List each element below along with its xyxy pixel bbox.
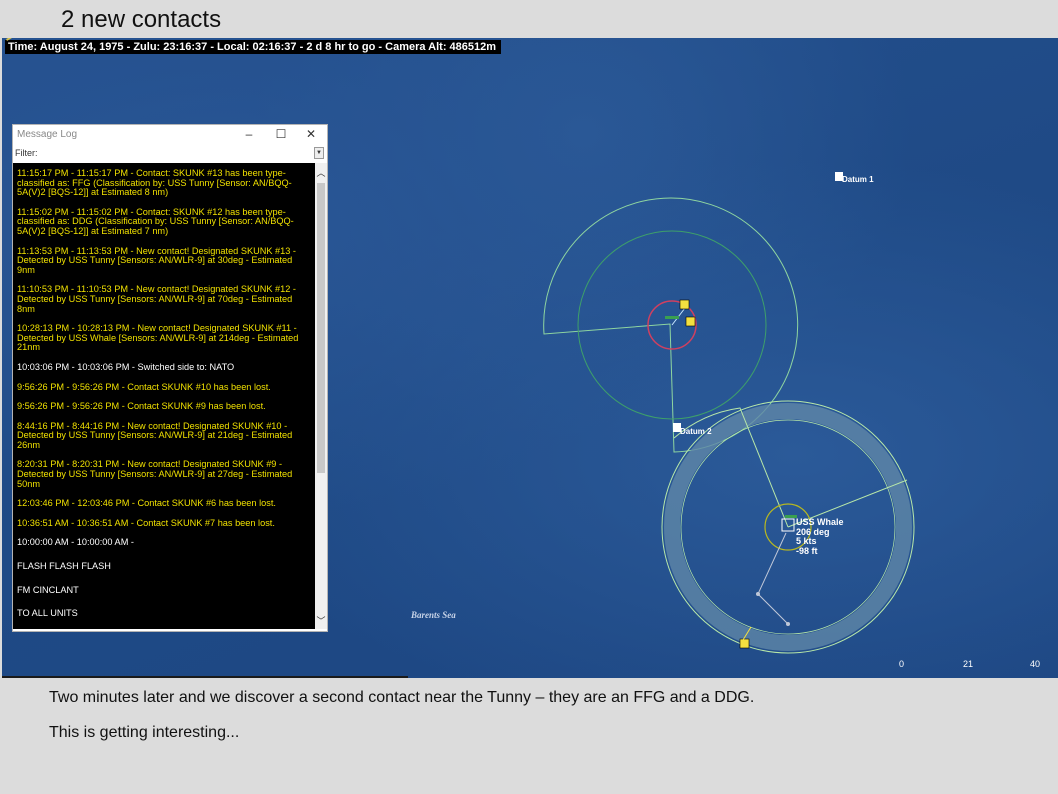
minimize-icon[interactable]: – [241, 127, 257, 142]
scroll-up-icon[interactable]: ︿ [315, 167, 327, 179]
contact-marker[interactable] [685, 316, 696, 327]
message-item[interactable]: FM CINCLANT [17, 585, 311, 596]
scroll-thumb[interactable] [317, 183, 325, 473]
whale-track [757, 532, 789, 625]
message-item[interactable]: 11:10:53 PM - 11:10:53 PM - New contact!… [17, 285, 311, 314]
scale-label-0: 0 [899, 659, 905, 669]
message-item[interactable]: 10:00:00 AM - 10:00:00 AM - [17, 538, 311, 548]
datum1-label: Datum 1 [842, 175, 874, 184]
message-item[interactable]: 11:15:17 PM - 11:15:17 PM - Contact: SKU… [17, 168, 311, 198]
filter-label: Filter: [15, 148, 38, 158]
message-log-title: Message Log [17, 129, 78, 140]
sea-label: Barents Sea [411, 610, 456, 620]
scale-label-40: 40 [1030, 659, 1041, 669]
caption-2: This is getting interesting... [49, 724, 240, 741]
message-item[interactable]: 9:56:26 PM - 9:56:26 PM - Contact SKUNK … [17, 401, 311, 412]
message-item[interactable]: 9:56:26 PM - 9:56:26 PM - Contact SKUNK … [17, 382, 311, 393]
message-log-titlebar[interactable]: Message Log – ☐ ✕ [13, 125, 327, 145]
scroll-down-icon[interactable]: ﹀ [315, 615, 327, 627]
message-item[interactable]: TO ALL UNITS [17, 609, 311, 619]
caption-1: Two minutes later and we discover a seco… [49, 689, 755, 706]
whale-depth: -98 ft [796, 545, 818, 556]
message-scrollbar[interactable]: ︿ ﹀ [315, 163, 327, 629]
message-item[interactable]: 8:44:16 PM - 8:44:16 PM - New contact! D… [17, 421, 311, 451]
whale-sensor-arc [673, 407, 908, 528]
scale-label-21: 21 [963, 659, 974, 669]
track-point [756, 592, 760, 596]
message-item[interactable]: FLASH FLASH FLASH [17, 561, 311, 572]
status-bar: Time: August 24, 1975 - Zulu: 23:16:37 -… [5, 40, 502, 54]
filter-dropdown[interactable]: ▼ [45, 147, 325, 159]
filter-row: Filter: ▼ [13, 145, 327, 161]
tactical-map[interactable]: Time: August 24, 1975 - Zulu: 23:16:37 -… [2, 38, 1058, 678]
page-title: 2 new contacts [61, 6, 222, 33]
message-item[interactable]: 8:20:31 PM - 8:20:31 PM - New contact! D… [17, 460, 311, 489]
contact-marker[interactable] [739, 638, 750, 649]
message-item[interactable]: 12:03:46 PM - 12:03:46 PM - Contact SKUN… [17, 499, 311, 509]
message-item[interactable]: 10:03:06 PM - 10:03:06 PM - Switched sid… [17, 362, 311, 373]
close-icon[interactable]: ✕ [303, 127, 319, 142]
message-item[interactable]: 11:15:02 PM - 11:15:02 PM - Contact: SKU… [17, 207, 311, 237]
tunny-marker[interactable] [665, 316, 679, 319]
whale-label[interactable]: USS Whale 206 deg 5 kts -98 ft [796, 517, 844, 556]
maximize-icon[interactable]: ☐ [273, 127, 289, 142]
message-item[interactable]: 11:13:53 PM - 11:13:53 PM - New contact!… [17, 246, 311, 276]
message-list[interactable]: 11:15:17 PM - 11:15:17 PM - Contact: SKU… [13, 163, 315, 629]
datum2-label: Datum 2 [680, 427, 712, 436]
message-log-window[interactable]: Message Log – ☐ ✕ Filter: ▼ 11:15:17 PM … [12, 124, 328, 632]
contact-marker[interactable] [679, 299, 690, 310]
message-item[interactable]: 10:36:51 AM - 10:36:51 AM - Contact SKUN… [17, 518, 311, 529]
track-point [786, 622, 790, 626]
message-item[interactable]: 10:28:13 PM - 10:28:13 PM - New contact!… [17, 323, 311, 353]
chevron-down-icon[interactable]: ▼ [314, 147, 324, 159]
